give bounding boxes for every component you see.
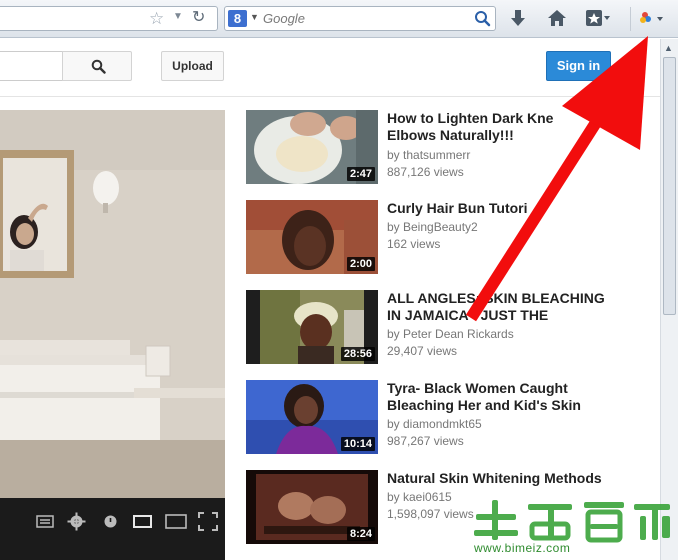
video-thumbnail[interactable]: 10:14 [246,380,378,454]
related-video-item[interactable]: 10:14 Tyra- Black Women Caught Bleaching… [246,380,626,456]
video-views: 29,407 views [387,344,458,358]
settings-gear-icon[interactable] [67,512,86,531]
video-channel: by BeingBeauty2 [387,220,478,234]
toolbar-separator [630,7,631,31]
page-scrollbar[interactable]: ▲ [660,39,678,560]
video-title[interactable]: How to Lighten Dark Kne Elbows Naturally… [387,110,617,144]
download-icon[interactable] [508,8,528,28]
reload-icon[interactable]: ↻ [192,8,205,28]
video-duration: 28:56 [340,347,375,361]
video-player[interactable] [0,110,225,498]
home-icon[interactable] [547,8,567,28]
video-title[interactable]: Natural Skin Whitening Methods [387,470,617,487]
video-views: 887,126 views [387,165,464,179]
video-channel: by kaei0615 [387,490,452,504]
sign-in-button[interactable]: Sign in [546,51,611,81]
scrollbar-thumb[interactable] [663,57,676,315]
related-video-item[interactable]: 2:47 How to Lighten Dark Kne Elbows Natu… [246,110,626,186]
video-duration: 2:00 [346,257,375,271]
search-placeholder: Google [263,11,305,26]
scroll-up-arrow-icon[interactable]: ▲ [664,43,673,53]
fullscreen-icon[interactable] [198,512,218,531]
video-thumbnail[interactable]: 8:24 [246,470,378,544]
video-views: 162 views [387,237,441,251]
related-video-item[interactable]: 28:56 ALL ANGLES: SKIN BLEACHING IN JAMA… [246,290,626,366]
youtube-search-button[interactable] [62,51,132,81]
browser-toolbar: ☆ ▼ ↻ 8 ▼ Google [0,0,678,38]
video-title[interactable]: Curly Hair Bun Tutori [387,200,617,217]
video-thumbnail[interactable]: 28:56 [246,290,378,364]
google-engine-icon[interactable]: 8 [228,10,247,27]
video-views: 987,267 views [387,434,464,448]
bookmark-star-icon[interactable]: ☆ [149,9,164,29]
search-icon[interactable] [474,10,491,27]
browser-search-bar[interactable]: 8 ▼ Google [224,6,496,31]
video-thumbnail[interactable]: 2:00 [246,200,378,274]
search-icon [91,59,106,74]
video-duration: 10:14 [340,437,375,451]
search-engine-dropdown-icon[interactable]: ▼ [250,12,259,22]
annotations-icon[interactable] [36,515,54,528]
watch-later-icon[interactable] [104,515,117,528]
addon-menu-icon[interactable] [637,8,665,28]
video-duration: 2:47 [346,167,375,181]
address-bar[interactable]: ☆ ▼ ↻ [0,6,218,31]
upload-button[interactable]: Upload [161,51,224,81]
video-duration: 8:24 [346,527,375,541]
video-channel: by Peter Dean Rickards [387,327,514,341]
large-player-icon[interactable] [165,514,187,529]
bookmarks-menu-icon[interactable] [585,8,611,28]
video-frame-image [0,110,225,498]
small-player-icon[interactable] [133,515,152,528]
video-views: 1,598,097 views [387,507,474,521]
youtube-header: Upload Sign in [0,39,660,97]
video-channel: by diamondmkt65 [387,417,482,431]
watermark-url: www.bimeiz.com [474,541,571,555]
youtube-search-input[interactable] [0,51,62,81]
video-title[interactable]: ALL ANGLES: SKIN BLEACHING IN JAMAICA - … [387,290,617,324]
video-channel: by thatsummerr [387,148,471,162]
url-history-dropdown-icon[interactable]: ▼ [173,11,183,22]
video-title[interactable]: Tyra- Black Women Caught Bleaching Her a… [387,380,617,414]
related-video-item[interactable]: 2:00 Curly Hair Bun Tutori by BeingBeaut… [246,200,626,276]
video-thumbnail[interactable]: 2:47 [246,110,378,184]
player-controls-bar [0,498,225,560]
